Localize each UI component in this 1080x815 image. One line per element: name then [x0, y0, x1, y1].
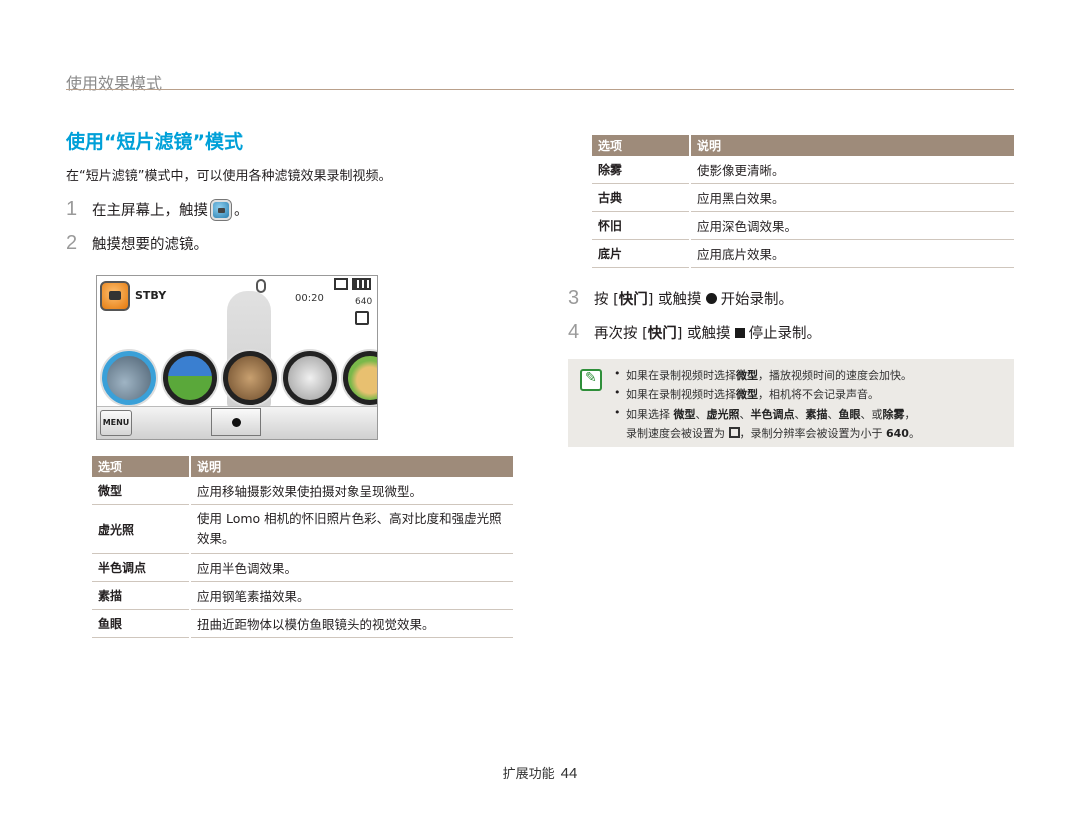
section-title: 使用效果模式 — [66, 74, 163, 93]
filter-thumb-vignette[interactable] — [163, 351, 217, 405]
option-description: 应用底片效果。 — [690, 239, 1014, 268]
option-description: 应用深色调效果。 — [690, 211, 1014, 240]
quality-icon — [355, 311, 369, 325]
option-name: 底片 — [592, 239, 691, 268]
column-header-description: 说明 — [190, 456, 513, 477]
options-table-left: 选项 说明 微型 应用移轴摄影效果使拍摄对象呈现微型。 虚光照 使用 Lomo … — [92, 456, 513, 638]
table-row: 微型 应用移轴摄影效果使拍摄对象呈现微型。 — [92, 477, 513, 505]
option-description: 应用黑白效果。 — [690, 183, 1014, 212]
note-line-2: 如果在录制视频时选择微型，相机将不会记录声音。 — [626, 388, 879, 401]
stop-icon — [734, 327, 745, 338]
column-header-option: 选项 — [592, 135, 691, 156]
option-description: 应用半色调效果。 — [190, 553, 513, 582]
resolution-label: 640 — [355, 297, 373, 307]
bullet-icon: • — [614, 406, 621, 419]
intro-text: 在“短片滤镜”模式中，可以使用各种滤镜效果录制视频。 — [66, 169, 392, 184]
record-icon — [705, 293, 717, 304]
column-header-option: 选项 — [92, 456, 191, 477]
options-table-right: 选项 说明 除雾 使影像更清晰。 古典 应用黑白效果。 怀旧 应用深色调效果。 … — [592, 135, 1014, 268]
table-row: 底片 应用底片效果。 — [592, 239, 1014, 268]
step-number: 2 — [66, 232, 78, 254]
option-description: 应用移轴摄影效果使拍摄对象呈现微型。 — [190, 477, 513, 505]
option-description: 应用钢笔素描效果。 — [190, 581, 513, 610]
footer-label: 扩展功能 — [502, 767, 555, 782]
camera-screen: STBY 00:20 640 MENU — [96, 275, 378, 440]
filter-thumb-fisheye[interactable] — [343, 351, 377, 405]
column-header-description: 说明 — [690, 135, 1014, 156]
record-time: 00:20 — [295, 293, 324, 304]
page-number: 44 — [560, 765, 578, 782]
table-row: 怀旧 应用深色调效果。 — [592, 211, 1014, 240]
bullet-icon: • — [614, 367, 621, 380]
step-1: 1 在主屏幕上，触摸 。 — [66, 198, 249, 221]
record-button[interactable] — [211, 408, 261, 436]
step-text: 按 [ — [594, 292, 619, 308]
filter-thumb-halftone[interactable] — [223, 351, 277, 405]
movie-mode-icon[interactable] — [100, 281, 130, 311]
shutter-key-label: 快门 — [647, 326, 677, 342]
option-description: 扭曲近距物体以模仿鱼眼镜头的视觉效果。 — [190, 609, 513, 638]
note-icon — [580, 369, 602, 391]
status-label: STBY — [135, 289, 167, 302]
option-name: 鱼眼 — [92, 609, 191, 638]
section-rule — [66, 89, 1014, 90]
option-name: 古典 — [592, 183, 691, 212]
step-text-mid: ] 或触摸 — [647, 292, 702, 308]
shutter-key-label: 快门 — [618, 292, 648, 308]
step-text-mid: ] 或触摸 — [676, 326, 731, 342]
step-2: 2 触摸想要的滤镜。 — [66, 232, 208, 255]
option-name: 虚光照 — [92, 504, 191, 554]
table-row: 除雾 使影像更清晰。 — [592, 156, 1014, 184]
option-name: 除雾 — [592, 156, 691, 184]
step-number: 4 — [568, 321, 580, 343]
step-text-end: 停止录制。 — [748, 326, 822, 342]
option-name: 半色调点 — [92, 553, 191, 582]
option-name: 怀旧 — [592, 211, 691, 240]
movie-mode-icon — [211, 199, 231, 220]
option-description: 使影像更清晰。 — [690, 156, 1014, 184]
table-row: 半色调点 应用半色调效果。 — [92, 553, 513, 582]
memory-card-icon — [334, 278, 348, 290]
filter-thumb-sketch[interactable] — [283, 351, 337, 405]
battery-icon — [352, 278, 371, 290]
option-name: 微型 — [92, 477, 191, 505]
filter-thumb-miniature[interactable] — [102, 351, 156, 405]
note-box: • 如果在录制视频时选择微型，播放视频时间的速度会加快。 • 如果在录制视频时选… — [568, 359, 1014, 447]
step-text-end: 开始录制。 — [720, 292, 794, 308]
step-3: 3 按 [ 快门 ] 或触摸 开始录制。 — [568, 287, 793, 310]
step-text: 在主屏幕上，触摸 — [92, 203, 208, 219]
note-line-3: 如果选择 微型、虚光照、半色调点、素描、鱼眼、或除雾， — [626, 408, 916, 421]
step-text: 触摸想要的滤镜。 — [92, 237, 208, 253]
page-heading: 使用“短片滤镜”模式 — [66, 131, 243, 153]
quality-icon — [728, 427, 740, 438]
option-description: 使用 Lomo 相机的怀旧照片色彩、高对比度和强虚光照效果。 — [190, 504, 513, 554]
table-row: 鱼眼 扭曲近距物体以模仿鱼眼镜头的视觉效果。 — [92, 609, 513, 638]
step-text-end: 。 — [234, 203, 249, 219]
note-line-4: 录制速度会被设置为 ，录制分辨率会被设置为小于 640。 — [626, 427, 920, 440]
step-number: 1 — [66, 198, 78, 220]
note-line-1: 如果在录制视频时选择微型，播放视频时间的速度会加快。 — [626, 369, 912, 382]
menu-button[interactable]: MENU — [100, 410, 132, 436]
step-number: 3 — [568, 287, 580, 309]
option-name: 素描 — [92, 581, 191, 610]
table-row: 素描 应用钢笔素描效果。 — [92, 581, 513, 610]
step-4: 4 再次按 [ 快门 ] 或触摸 停止录制。 — [568, 321, 821, 344]
step-text: 再次按 [ — [594, 326, 648, 342]
mic-off-icon — [256, 279, 266, 293]
bullet-icon: • — [614, 386, 621, 399]
page-footer: 扩展功能 44 — [0, 763, 1080, 782]
table-row: 古典 应用黑白效果。 — [592, 183, 1014, 212]
table-row: 虚光照 使用 Lomo 相机的怀旧照片色彩、高对比度和强虚光照效果。 — [92, 504, 513, 554]
